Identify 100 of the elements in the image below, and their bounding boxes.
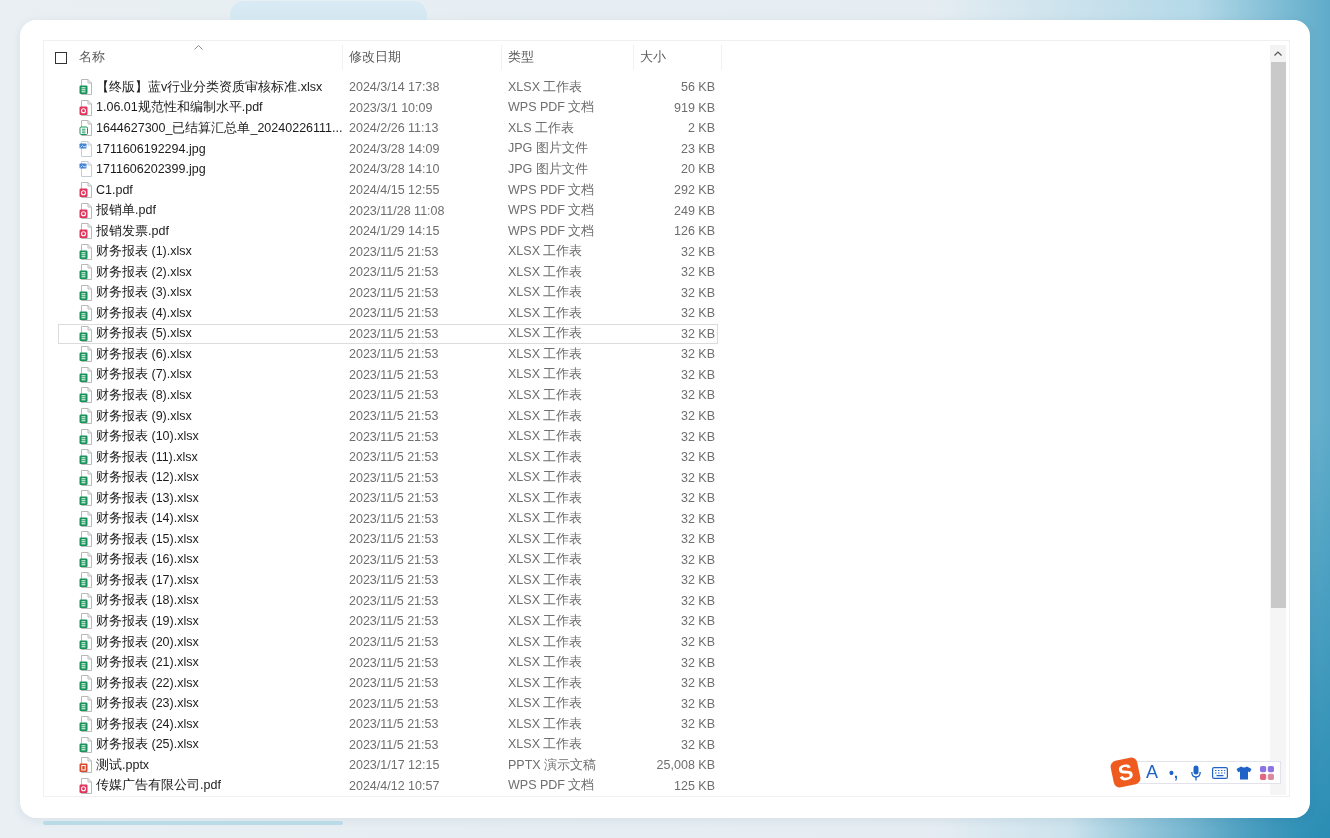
microphone-icon[interactable]	[1191, 764, 1201, 781]
modified-date: 2023/11/5 21:53	[349, 285, 439, 300]
image-file-icon	[79, 140, 92, 157]
modified-date: 2023/11/5 21:53	[349, 409, 439, 423]
file-name[interactable]: 财务报表 (7).xlsx	[96, 366, 192, 384]
file-name[interactable]: 财务报表 (16).xlsx	[96, 551, 199, 569]
file-type: XLSX 工作表	[508, 613, 583, 630]
file-type: XLSX 工作表	[508, 345, 583, 363]
file-name[interactable]: 财务报表 (14).xlsx	[96, 510, 199, 528]
file-name[interactable]: 财务报表 (12).xlsx	[96, 469, 199, 487]
file-size: 32 KB	[680, 552, 715, 567]
modified-date: 2024/3/28 14:09	[349, 141, 440, 156]
pdf-file-icon	[79, 223, 92, 240]
file-name[interactable]: 财务报表 (19).xlsx	[96, 613, 199, 630]
file-name[interactable]: 传媒广告有限公司.pdf	[96, 777, 221, 795]
file-row-highlight[interactable]: 财务报表 (5).xlsx 2023/11/5 21:53 XLSX 工作表 32 KB	[58, 323, 718, 345]
file-type: XLSX 工作表	[508, 366, 583, 384]
file-size: 2 KB	[687, 121, 715, 136]
file-size: 32 KB	[680, 614, 715, 629]
file-name[interactable]: 1711606192294.jpg	[96, 141, 206, 156]
spreadsheet-file-icon	[79, 366, 92, 383]
file-size: 32 KB	[680, 573, 715, 588]
column-header[interactable]: 修改日期	[343, 45, 502, 70]
file-name[interactable]: 财务报表 (22).xlsx	[96, 674, 199, 692]
modified-date: 2024/3/28 14:10	[349, 162, 440, 177]
punctuation-mode-button[interactable]: •,	[1169, 764, 1187, 781]
column-header[interactable]: 大小	[634, 45, 722, 70]
file-name[interactable]: 财务报表 (5).xlsx	[96, 325, 192, 343]
modified-date: 2023/11/5 21:53	[349, 429, 439, 444]
spreadsheet-file-icon	[79, 592, 92, 609]
file-name[interactable]: 财务报表 (13).xlsx	[96, 489, 199, 507]
modified-date: 2023/11/5 21:53	[349, 696, 439, 711]
spreadsheet-file-icon	[79, 531, 92, 548]
keyboard-icon[interactable]	[1212, 766, 1228, 779]
input-mode-button[interactable]: A	[1146, 762, 1166, 783]
toolbox-grid-icon[interactable]	[1260, 765, 1274, 780]
file-name[interactable]: 财务报表 (11).xlsx	[96, 448, 198, 466]
modified-date: 2023/11/5 21:53	[349, 450, 439, 465]
file-size: 125 KB	[674, 778, 715, 793]
spreadsheet-file-icon	[79, 634, 92, 651]
modified-date: 2023/3/1 10:09	[349, 100, 433, 115]
spreadsheet-file-icon	[79, 736, 92, 753]
file-name[interactable]: 测试.pptx	[96, 756, 150, 774]
file-name[interactable]: 财务报表 (23).xlsx	[96, 695, 199, 713]
modified-date: 2024/2/26 11:13	[349, 121, 439, 136]
spreadsheet-file-icon	[79, 654, 92, 671]
spreadsheet-file-icon	[79, 695, 92, 712]
file-size: 23 KB	[680, 141, 715, 156]
spreadsheet-file-icon	[79, 79, 92, 96]
modified-date: 2023/11/5 21:53	[349, 511, 439, 526]
file-type: WPS PDF 文档	[508, 202, 595, 220]
file-name[interactable]: 1711606202399.jpg	[96, 162, 206, 177]
column-header[interactable]: 类型	[502, 45, 634, 70]
file-name[interactable]: 财务报表 (25).xlsx	[96, 736, 199, 754]
modified-date: 2023/11/5 21:53	[349, 614, 439, 629]
shirt-icon[interactable]	[1236, 765, 1252, 780]
file-name[interactable]: 财务报表 (6).xlsx	[96, 345, 192, 363]
file-name[interactable]: 财务报表 (3).xlsx	[96, 284, 192, 302]
file-name[interactable]: C1.pdf	[96, 183, 133, 197]
spreadsheet-file-icon	[79, 387, 92, 404]
column-header[interactable]: 名称	[67, 45, 343, 70]
file-name[interactable]: 财务报表 (15).xlsx	[96, 530, 199, 548]
file-name[interactable]: 财务报表 (21).xlsx	[96, 654, 199, 672]
horizontal-scrollbar-thumb[interactable]	[43, 821, 343, 825]
select-all-checkbox[interactable]	[55, 51, 67, 64]
file-name[interactable]: 财务报表 (10).xlsx	[96, 428, 199, 446]
file-size: 32 KB	[680, 532, 715, 547]
file-type: XLSX 工作表	[508, 304, 583, 322]
modified-date: 2023/11/5 21:53	[349, 265, 439, 280]
file-type: XLSX 工作表	[508, 263, 583, 281]
modified-date: 2023/1/17 12:15	[349, 758, 440, 773]
spreadsheet-file-icon	[79, 613, 92, 630]
file-name[interactable]: 报销单.pdf	[96, 202, 156, 220]
file-name[interactable]: 财务报表 (20).xlsx	[96, 633, 199, 651]
file-name[interactable]: 财务报表 (18).xlsx	[96, 592, 199, 610]
file-name[interactable]: 财务报表 (1).xlsx	[96, 243, 192, 261]
file-type: XLSX 工作表	[508, 489, 583, 507]
file-size: 25,008 KB	[656, 758, 715, 773]
file-name[interactable]: 【终版】蓝v行业分类资质审核标准.xlsx	[96, 78, 323, 96]
vertical-scrollbar[interactable]	[1270, 45, 1286, 795]
modified-date: 2023/11/5 21:53	[349, 244, 439, 259]
file-name[interactable]: 报销发票.pdf	[96, 222, 169, 240]
scrollbar-thumb[interactable]	[1270, 62, 1286, 608]
modified-date: 2023/11/5 21:53	[349, 573, 439, 588]
file-name[interactable]: 财务报表 (4).xlsx	[96, 304, 192, 322]
file-name[interactable]: 财务报表 (17).xlsx	[96, 571, 199, 589]
file-type: JPG 图片文件	[508, 160, 588, 178]
file-type: XLSX 工作表	[508, 654, 583, 672]
file-name[interactable]: 财务报表 (9).xlsx	[96, 407, 192, 425]
file-type: WPS PDF 文档	[508, 222, 595, 240]
spreadsheet-file-icon	[79, 449, 92, 466]
file-name[interactable]: 1644627300_已结算汇总单_20240226111...	[96, 119, 343, 137]
modified-date: 2023/11/5 21:53	[349, 717, 439, 732]
file-name[interactable]: 1.06.01规范性和编制水平.pdf	[96, 99, 263, 117]
file-size: 32 KB	[680, 635, 715, 650]
pdf-file-icon	[79, 202, 92, 219]
file-name[interactable]: 财务报表 (2).xlsx	[96, 263, 192, 281]
file-size: 32 KB	[680, 326, 715, 341]
file-name[interactable]: 财务报表 (8).xlsx	[96, 386, 192, 404]
file-name[interactable]: 财务报表 (24).xlsx	[96, 715, 199, 733]
